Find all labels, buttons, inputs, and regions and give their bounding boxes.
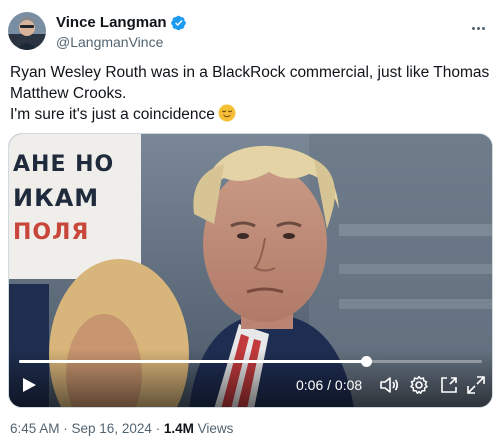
views-label: Views [193, 421, 234, 436]
tweet-text-line1: Ryan Wesley Routh was in a BlackRock com… [10, 64, 490, 102]
volume-icon[interactable] [378, 374, 400, 396]
more-options-icon[interactable] [468, 18, 488, 38]
settings-icon[interactable] [408, 374, 430, 396]
user-handle[interactable]: @LangmanVince [56, 33, 187, 51]
tweet-text-line2: I'm sure it's just a coincidence [10, 104, 494, 125]
video-time: 0:06 / 0:08 [296, 377, 363, 393]
fullscreen-icon[interactable] [465, 374, 487, 396]
protest-sign: АНЕ НО ИКАМ ПОЛЯ [9, 136, 141, 276]
tweet-text: Ryan Wesley Routh was in a BlackRock com… [10, 62, 494, 125]
sign-text-line: ИКАМ [13, 184, 100, 212]
display-name[interactable]: Vince Langman [56, 13, 167, 32]
relieved-face-icon [218, 104, 236, 122]
video-player[interactable]: АНЕ НО ИКАМ ПОЛЯ 0:06 / 0:08 [8, 133, 493, 408]
sign-text-line: ПОЛЯ [13, 220, 90, 245]
avatar-image [8, 12, 46, 50]
tweet-metadata: 6:45 AM · Sep 16, 2024 · 1.4M Views [10, 420, 233, 438]
timestamp[interactable]: 6:45 AM · Sep 16, 2024 · [10, 421, 164, 436]
avatar[interactable] [8, 12, 46, 50]
pop-out-icon[interactable] [438, 374, 460, 396]
tweet-header: Vince Langman @LangmanVince [8, 12, 492, 52]
video-controls: 0:06 / 0:08 [9, 363, 492, 407]
verified-badge-icon [170, 15, 186, 30]
sign-text-line: АНЕ НО [13, 152, 115, 177]
views-count: 1.4M [163, 421, 194, 436]
play-icon[interactable] [21, 377, 37, 393]
